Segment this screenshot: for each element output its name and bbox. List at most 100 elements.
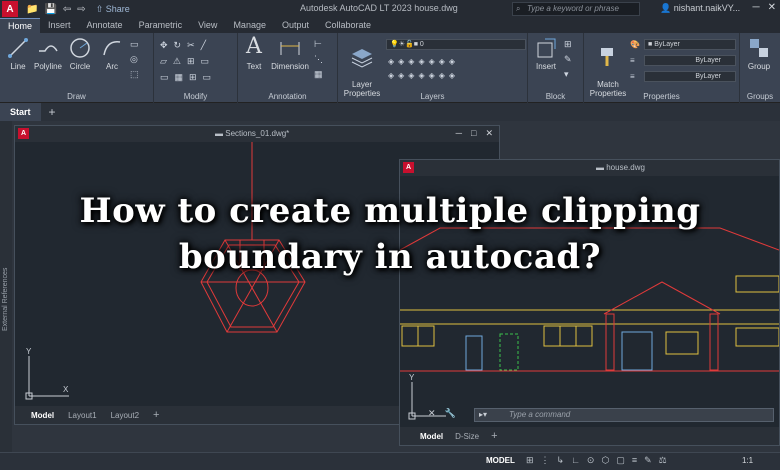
circle-tool[interactable]: Circle: [67, 37, 93, 71]
layout-tabs: Model D-Size +: [400, 427, 779, 445]
group-tool[interactable]: Group: [742, 37, 776, 71]
autocad-doc-icon: A: [18, 128, 29, 139]
model-space-toggle[interactable]: MODEL: [486, 456, 515, 465]
layer-value: 0: [419, 41, 424, 48]
close-command-icon[interactable]: ✕: [428, 408, 436, 419]
ortho-icon[interactable]: ∟: [571, 455, 580, 466]
command-input[interactable]: ▸▾ Type a command: [474, 408, 774, 422]
tab-d-size[interactable]: D-Size: [455, 432, 479, 441]
match-properties-icon: [601, 48, 613, 66]
modify-icons[interactable]: ✥↻✂╱ ▱⚠⊞▭ ▭▦⊞▭: [160, 37, 217, 85]
start-tab[interactable]: Start: [0, 103, 41, 121]
tab-manage[interactable]: Manage: [225, 18, 274, 33]
new-tab-plus-icon[interactable]: +: [49, 105, 56, 119]
tab-view[interactable]: View: [190, 18, 225, 33]
minimize-icon[interactable]: ─: [753, 2, 760, 13]
line-tool[interactable]: Line: [6, 37, 30, 71]
circle-icon: [70, 38, 90, 58]
tab-output[interactable]: Output: [274, 18, 317, 33]
polar-icon[interactable]: ⊙: [587, 455, 595, 466]
lineweight-value: ByLayer: [695, 73, 721, 80]
modify-panel-title[interactable]: Modify: [154, 92, 237, 101]
tab-home[interactable]: Home: [0, 18, 41, 33]
block-extra-icons[interactable]: ⊞ ✎ ▾: [564, 37, 572, 82]
annotation-extra-icons[interactable]: ⊢ ⋱ ▦: [314, 37, 323, 82]
text-icon: A: [246, 34, 262, 59]
text-tool[interactable]: A Text: [242, 34, 266, 72]
close-icon[interactable]: ✕: [485, 128, 493, 139]
osnap-icon[interactable]: ▢: [616, 455, 625, 466]
draw-extra-icons[interactable]: ▭ ◎ ⬚: [130, 37, 139, 82]
quick-access-toolbar: 📁 💾 ⇦ ⇨: [26, 4, 86, 15]
layer-select[interactable]: 💡☀🔓■ 0: [386, 39, 526, 50]
tab-parametric[interactable]: Parametric: [131, 18, 191, 33]
customize-wrench-icon[interactable]: 🔧: [445, 408, 456, 419]
block-panel-title[interactable]: Block: [528, 92, 583, 101]
share-button[interactable]: ⇧ Share: [96, 4, 130, 15]
line-label: Line: [10, 62, 26, 71]
grid-icon[interactable]: ⊞: [526, 455, 534, 466]
tab-model[interactable]: Model: [31, 411, 54, 420]
tab-insert[interactable]: Insert: [40, 18, 79, 33]
file-tabs-bar: Start +: [0, 103, 780, 121]
groups-panel-title[interactable]: Groups: [740, 92, 780, 101]
lineweight-icon[interactable]: ≡: [632, 455, 637, 466]
properties-panel-title[interactable]: Properties: [584, 92, 739, 101]
drawing-name-text: Sections_01.dwg*: [225, 129, 290, 138]
groups-panel: Group Groups: [740, 33, 780, 103]
user-name: nishant.naikVY...: [673, 3, 741, 13]
porch-column: [709, 313, 719, 371]
color-select[interactable]: ■ ByLayer: [644, 39, 736, 50]
annotation-visibility-icon[interactable]: ✎: [644, 455, 652, 466]
ribbon-tabs: Home Insert Annotate Parametric View Man…: [0, 18, 780, 33]
annotation-panel-title[interactable]: Annotation: [238, 92, 337, 101]
search-input[interactable]: ⌕ Type a keyword or phrase: [512, 2, 640, 16]
arc-label: Arc: [106, 62, 118, 71]
undo-icon[interactable]: ⇦: [63, 4, 71, 15]
linetype-value: ByLayer: [695, 57, 721, 64]
autocad-logo-icon[interactable]: A: [2, 1, 18, 17]
snap-icon[interactable]: ⋮: [541, 455, 550, 466]
tab-annotate[interactable]: Annotate: [79, 18, 131, 33]
dimension-tool[interactable]: Dimension: [268, 37, 312, 71]
ucs-y-label: Y: [409, 373, 415, 382]
circle-label: Circle: [69, 62, 91, 71]
ucs-x-label: X: [63, 385, 69, 394]
polyline-tool[interactable]: Polyline: [32, 37, 64, 71]
add-layout-plus-icon[interactable]: +: [153, 409, 159, 421]
insert-label: Insert: [535, 62, 556, 71]
close-icon[interactable]: ✕: [768, 2, 776, 13]
annotation-scale-icon[interactable]: ⚖: [659, 455, 667, 466]
tab-model[interactable]: Model: [420, 432, 443, 441]
window-title: Autodesk AutoCAD LT 2023 house.dwg: [300, 3, 458, 13]
add-layout-plus-icon[interactable]: +: [491, 430, 497, 442]
dimension-label: Dimension: [271, 62, 309, 71]
user-account[interactable]: 👤 nishant.naikVY...: [660, 3, 740, 14]
drawing-window-controls: ─ □ ✕: [456, 128, 493, 139]
tab-layout2[interactable]: Layout2: [111, 411, 139, 420]
tab-collaborate[interactable]: Collaborate: [317, 18, 379, 33]
save-icon[interactable]: 💾: [44, 4, 56, 15]
lineweight-select[interactable]: ByLayer: [644, 71, 736, 82]
arc-tool[interactable]: Arc: [100, 37, 124, 71]
door: [621, 331, 653, 371]
isodraft-icon[interactable]: ⬡: [601, 455, 609, 466]
minimize-icon[interactable]: ─: [456, 128, 462, 139]
infer-icon[interactable]: ↳: [557, 455, 565, 466]
redo-icon[interactable]: ⇨: [77, 4, 85, 15]
layer-properties-tool[interactable]: Layer Properties: [342, 37, 382, 98]
tab-layout1[interactable]: Layout1: [68, 411, 96, 420]
insert-tool[interactable]: Insert: [532, 37, 560, 71]
porch-roof: [603, 281, 721, 315]
window: [735, 327, 779, 347]
restore-icon[interactable]: □: [471, 128, 476, 139]
command-line-tools: ✕ 🔧: [428, 408, 456, 419]
draw-panel-title[interactable]: Draw: [0, 92, 153, 101]
layer-tool-icons[interactable]: ◈◈◈◈◈◈◈ ◈◈◈◈◈◈◈: [388, 55, 459, 83]
annotation-scale-value[interactable]: 1:1: [742, 456, 753, 465]
external-references-palette[interactable]: External References: [0, 121, 12, 452]
match-properties-tool[interactable]: Match Properties: [586, 37, 630, 98]
linetype-select[interactable]: ByLayer: [644, 55, 736, 66]
layers-panel-title[interactable]: Layers: [338, 92, 527, 101]
open-icon[interactable]: 📁: [26, 4, 38, 15]
